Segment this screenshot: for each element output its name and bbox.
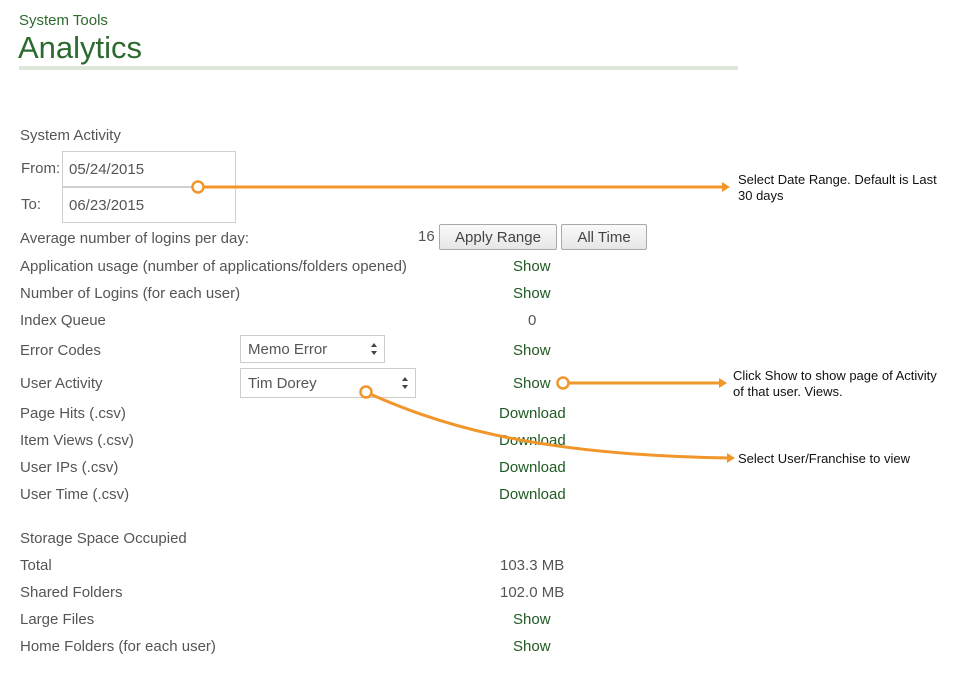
callout-overlay <box>191 180 735 463</box>
date-range-note: Select Date Range. Default is Last 30 da… <box>738 172 937 203</box>
show-activity-note: Click Show to show page of Activity of t… <box>733 368 937 399</box>
date-range-callout <box>191 180 730 194</box>
select-user-note: Select User/Franchise to view <box>738 451 910 466</box>
select-user-callout <box>359 385 735 463</box>
show-activity-callout <box>556 376 727 390</box>
